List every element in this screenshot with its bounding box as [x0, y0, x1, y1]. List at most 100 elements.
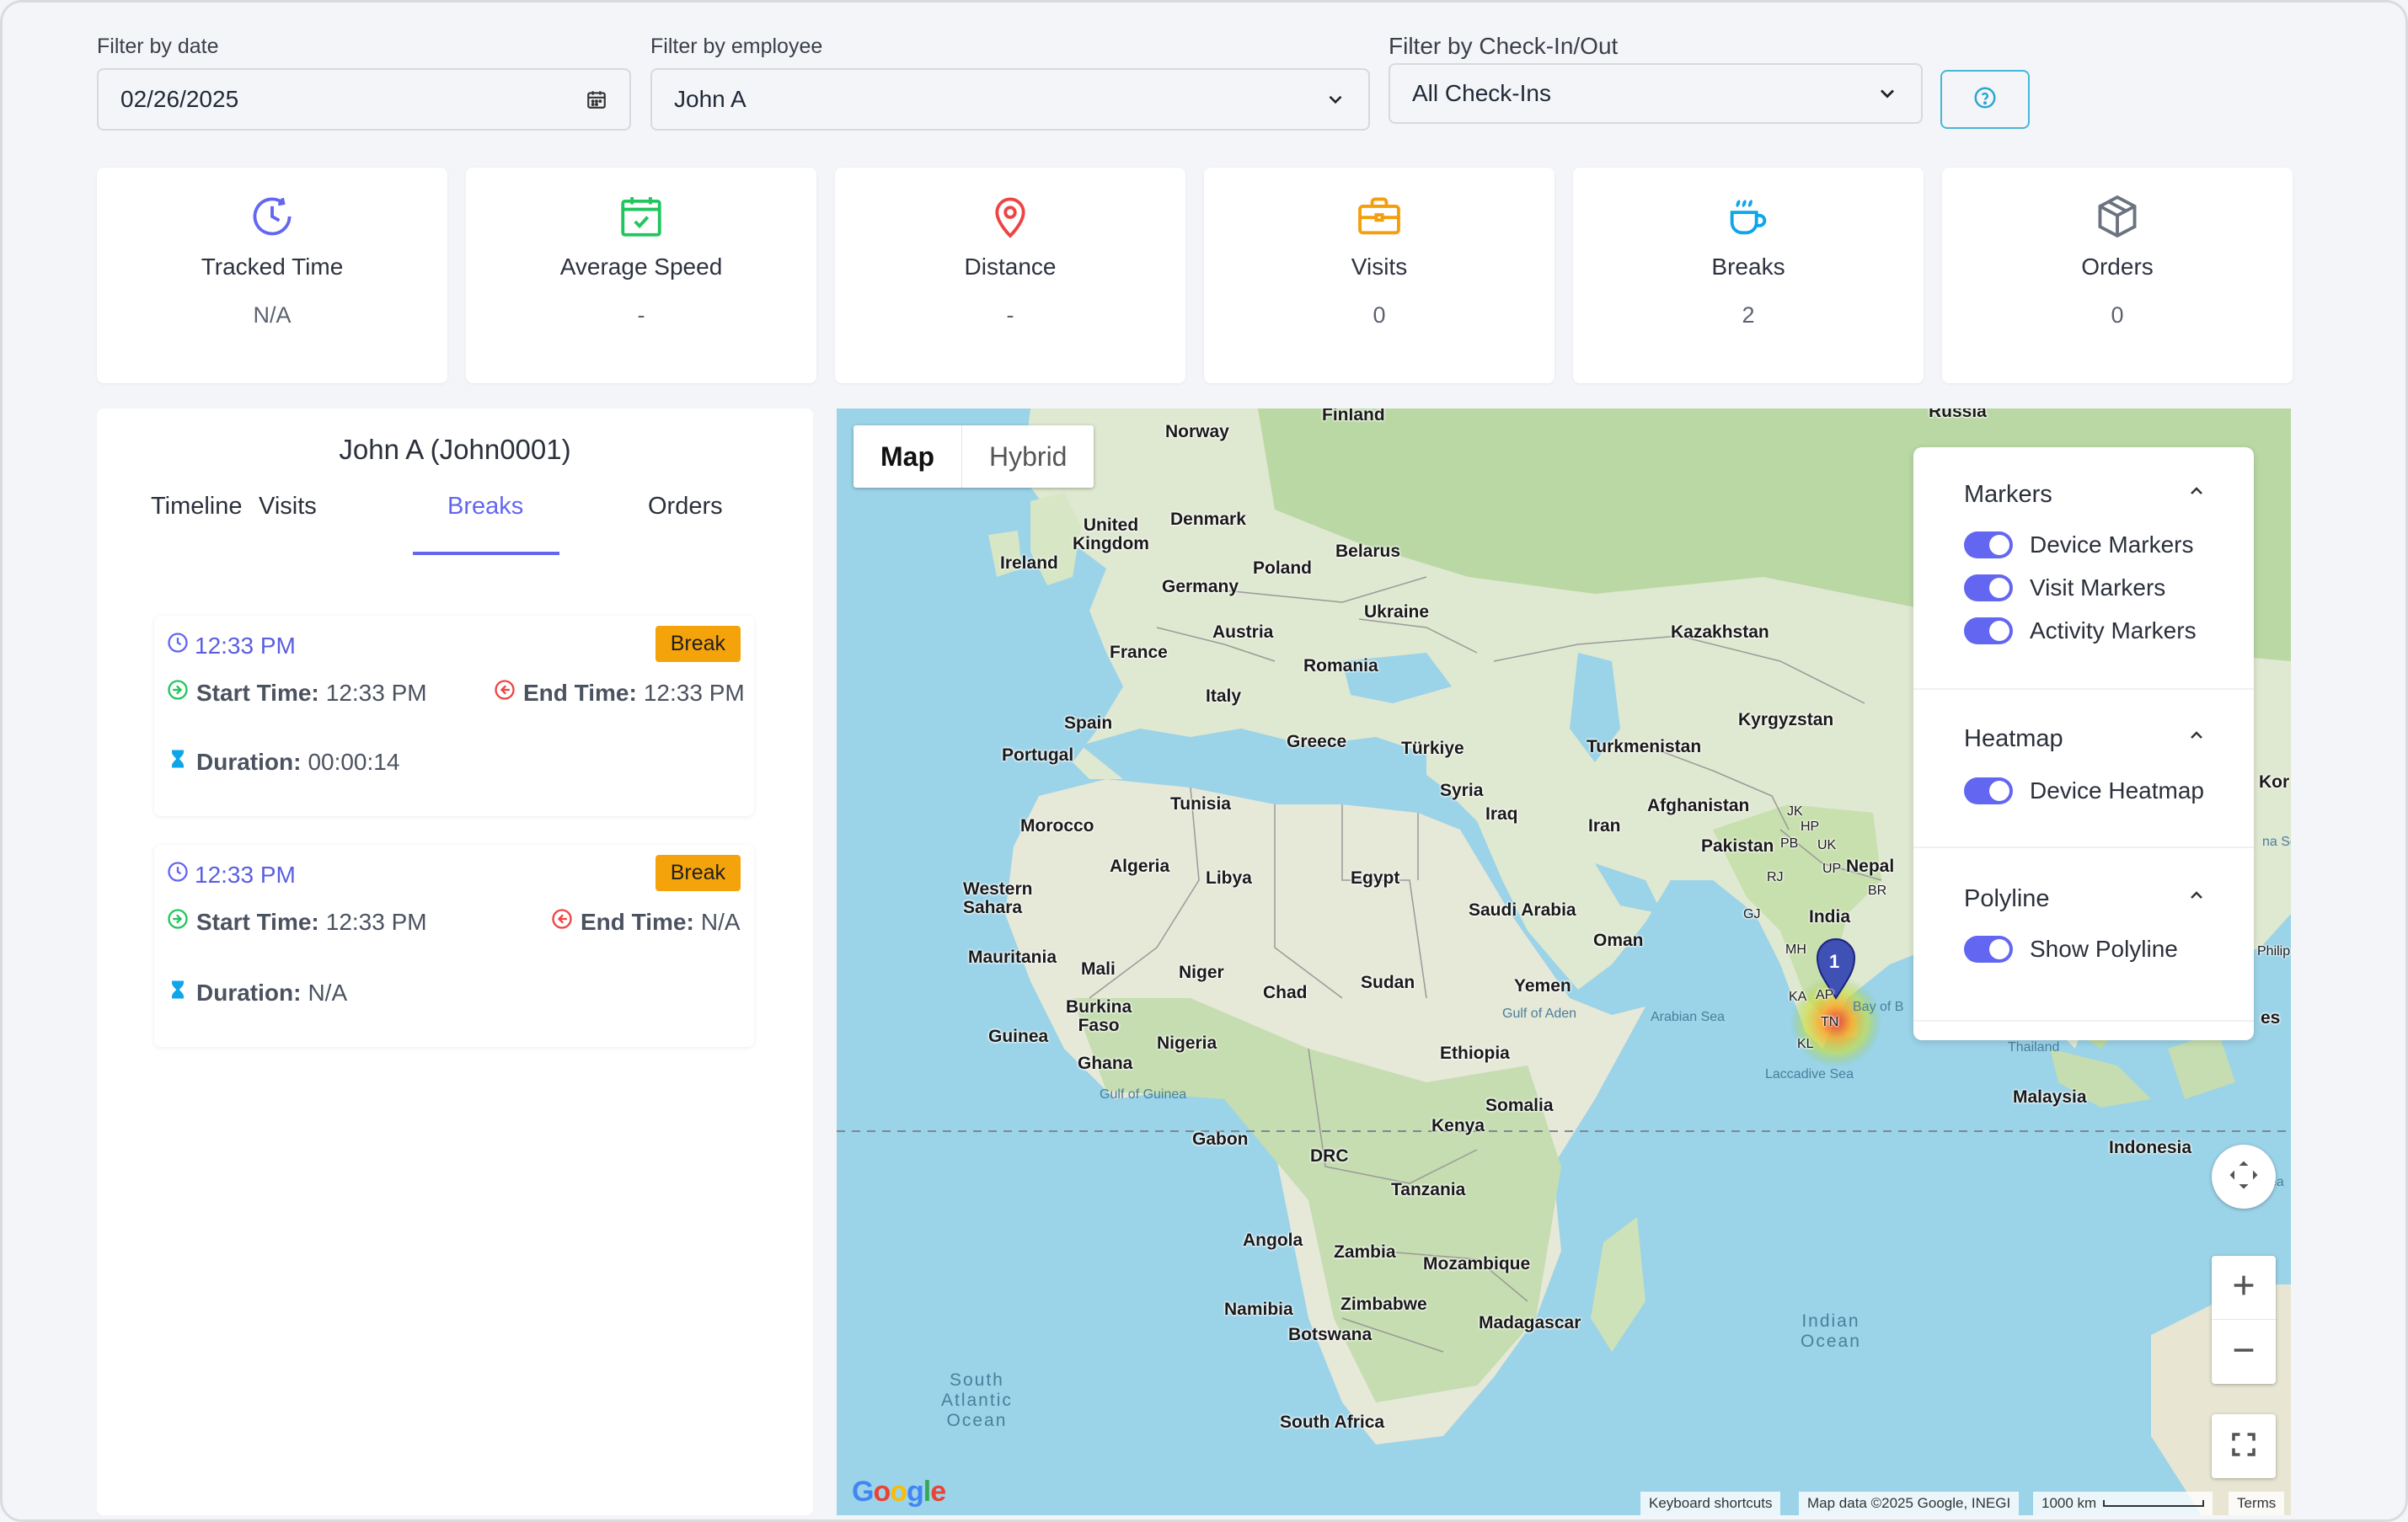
map-label: Pakistan — [1701, 836, 1774, 856]
map-type-control: Map Hybrid — [854, 425, 1094, 488]
duration-label: Duration: — [196, 979, 302, 1006]
tab-visits[interactable]: Visits — [259, 493, 317, 521]
toggle-switch[interactable] — [1964, 617, 2013, 644]
map-label: Kyrgyzstan — [1738, 710, 1834, 729]
toggle-label: Device Heatmap — [2030, 777, 2204, 804]
map-label: Sudan — [1361, 973, 1415, 992]
map-label: Norway — [1165, 422, 1229, 441]
zoom-in-button[interactable] — [2212, 1256, 2276, 1320]
map-label: Egypt — [1351, 868, 1400, 888]
question-circle-icon — [1972, 85, 1998, 115]
duration-label: Duration: — [196, 748, 302, 775]
date-filter-input[interactable]: 02/26/2025 — [97, 68, 631, 131]
break-duration: Duration: 00:00:14 — [166, 747, 399, 777]
fullscreen-button[interactable] — [2212, 1414, 2276, 1478]
zoom-out-button[interactable] — [2212, 1320, 2276, 1384]
employee-filter-label-text: Filter by employee — [650, 35, 823, 58]
stat-value: 2 — [1742, 302, 1755, 328]
scale-bar[interactable]: 1000 km — [2033, 1492, 2213, 1515]
break-time-text: 12:33 PM — [195, 632, 296, 659]
start-time-label: Start Time: — [196, 908, 319, 935]
show-polyline-toggle[interactable]: Show Polyline — [1964, 936, 2178, 963]
map-label: KA — [1789, 990, 1807, 1004]
map-data-attribution: Map data ©2025 Google, INEGI — [1799, 1492, 2020, 1515]
terms-link[interactable]: Terms — [2229, 1492, 2285, 1515]
arrow-right-circle-icon — [166, 678, 196, 708]
toggle-switch[interactable] — [1964, 777, 2013, 804]
stat-title: Orders — [2081, 254, 2154, 280]
map-label: Italy — [1206, 686, 1242, 706]
chevron-up-icon[interactable] — [2186, 725, 2207, 750]
map-label: JK — [1787, 804, 1803, 819]
map-label: South Africa — [1280, 1413, 1385, 1432]
polyline-section-title[interactable]: Polyline — [1964, 885, 2050, 913]
toggle-switch[interactable] — [1964, 531, 2013, 558]
divider — [1913, 1020, 2254, 1022]
employee-panel: John A (John0001) Timeline Visits Breaks… — [97, 409, 813, 1515]
map-label: Tanzania — [1391, 1180, 1466, 1199]
pan-control[interactable] — [2212, 1145, 2276, 1209]
stat-card-average-speed: Average Speed - — [466, 168, 816, 383]
map-view[interactable]: 1 Finland Russia Norway Denmark United K… — [837, 409, 2291, 1515]
duration-value: N/A — [308, 979, 348, 1006]
help-button[interactable] — [1940, 70, 2030, 129]
map-label: France — [1110, 643, 1168, 662]
stat-title: Tracked Time — [201, 254, 344, 280]
map-label: Belarus — [1335, 542, 1401, 561]
employee-filter-select[interactable]: John A — [650, 68, 1370, 131]
scale-text: 1000 km — [2041, 1495, 2097, 1511]
map-label: Madagascar — [1479, 1313, 1581, 1332]
break-badge: Break — [655, 855, 741, 891]
break-start: Start Time: 12:33 PM — [166, 907, 427, 937]
marker-number[interactable]: 1 — [1829, 951, 1839, 973]
map-label: BR — [1868, 884, 1887, 898]
visit-markers-toggle[interactable]: Visit Markers — [1964, 574, 2165, 601]
map-label: Tunisia — [1170, 794, 1231, 814]
duration-value: 00:00:14 — [308, 748, 400, 775]
device-markers-toggle[interactable]: Device Markers — [1964, 531, 2193, 558]
stat-value: 0 — [2111, 302, 2124, 328]
toggle-switch[interactable] — [1964, 936, 2013, 963]
map-label: Kor — [2259, 772, 2290, 792]
map-label: Chad — [1263, 983, 1308, 1002]
map-label: Russia — [1929, 409, 1987, 421]
heatmap-section-title[interactable]: Heatmap — [1964, 725, 2063, 753]
divider — [1913, 846, 2254, 848]
map-label: Malaysia — [2013, 1087, 2087, 1107]
toggle-switch[interactable] — [1964, 574, 2013, 601]
map-label: DRC — [1310, 1146, 1349, 1166]
map-type-map-button[interactable]: Map — [854, 425, 961, 488]
keyboard-shortcuts-link[interactable]: Keyboard shortcuts — [1640, 1492, 1781, 1515]
calendar-icon[interactable] — [586, 88, 607, 110]
stat-value: N/A — [253, 302, 292, 328]
chevron-up-icon[interactable] — [2186, 885, 2207, 910]
clock-icon — [166, 860, 195, 889]
activity-markers-toggle[interactable]: Activity Markers — [1964, 617, 2197, 644]
tab-timeline[interactable]: Timeline — [151, 493, 243, 521]
chevron-up-icon[interactable] — [2186, 481, 2207, 505]
map-label: Saudi Arabia — [1469, 900, 1576, 920]
map-label: Western Sahara — [963, 879, 1033, 917]
toggle-label: Visit Markers — [2030, 574, 2166, 601]
end-time-label: End Time: — [523, 679, 637, 706]
map-label: Morocco — [1020, 816, 1094, 836]
map-label: Zambia — [1334, 1242, 1396, 1262]
checkinout-filter-select[interactable]: All Check-Ins — [1389, 63, 1923, 124]
markers-section-title[interactable]: Markers — [1964, 481, 2052, 509]
chevron-down-icon — [1324, 88, 1346, 110]
break-end: End Time: 12:33 PM — [493, 678, 745, 708]
tab-breaks[interactable]: Breaks — [447, 493, 523, 521]
map-type-hybrid-button[interactable]: Hybrid — [962, 425, 1094, 488]
map-label: Laccadive Sea — [1765, 1067, 1854, 1081]
google-logo[interactable]: Google — [852, 1476, 946, 1509]
hourglass-icon — [166, 978, 196, 1007]
divider — [1913, 688, 2254, 690]
start-time-label: Start Time: — [196, 679, 319, 706]
map-label: na Se — [2262, 835, 2291, 849]
toggle-label: Device Markers — [2030, 531, 2194, 558]
device-heatmap-toggle[interactable]: Device Heatmap — [1964, 777, 2204, 804]
map-label: Ethiopia — [1440, 1044, 1510, 1063]
briefcase-icon — [1355, 191, 1404, 242]
tab-orders[interactable]: Orders — [648, 493, 723, 521]
app-frame: Filter by date 02/26/2025 Filter by empl… — [0, 0, 2408, 1522]
